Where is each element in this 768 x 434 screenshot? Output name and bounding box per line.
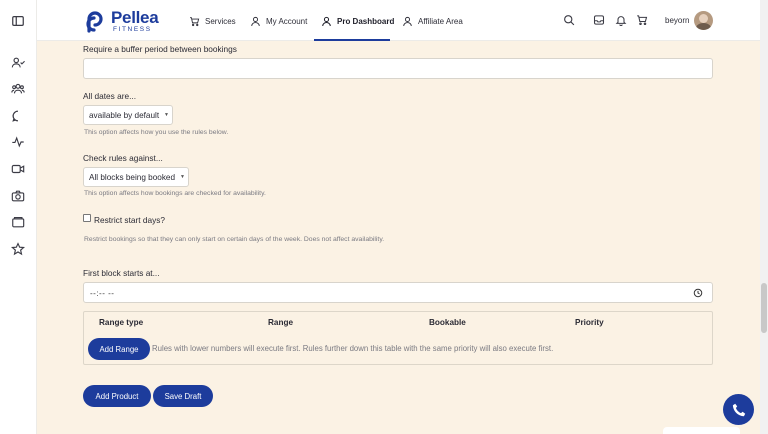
video-icon[interactable] — [11, 162, 25, 176]
header-range: Range — [268, 318, 294, 327]
check-rules-help: This option affects how bookings are che… — [84, 190, 266, 197]
add-product-button[interactable]: Add Product — [83, 385, 151, 407]
search-icon[interactable] — [563, 14, 575, 26]
header-bookable: Bookable — [429, 318, 466, 327]
all-dates-value: available by default — [89, 110, 160, 120]
clock-icon[interactable] — [693, 288, 703, 298]
scrollbar-thumb[interactable] — [761, 283, 767, 333]
first-block-time-input[interactable] — [83, 282, 713, 303]
nav-my-account[interactable]: My Account — [250, 14, 307, 28]
brand-mark-icon — [86, 11, 103, 33]
activity-icon[interactable] — [11, 135, 25, 149]
call-button[interactable] — [723, 394, 754, 425]
page-scrollbar[interactable] — [760, 0, 768, 434]
chat-icon[interactable] — [11, 109, 25, 123]
range-table-note: Rules with lower numbers will execute fi… — [152, 344, 554, 353]
active-tab-indicator — [314, 39, 390, 41]
nav-pro-dashboard-label: Pro Dashboard — [337, 16, 395, 26]
nav-pro-dashboard[interactable]: Pro Dashboard — [321, 14, 394, 28]
all-dates-help: This option affects how you use the rule… — [84, 129, 229, 136]
camera-icon[interactable] — [11, 189, 25, 203]
add-range-button[interactable]: Add Range — [88, 338, 150, 360]
star-icon[interactable] — [11, 242, 25, 256]
brand-sub: FITNESS — [113, 26, 152, 33]
nav-affiliate-area[interactable]: Affiliate Area — [402, 14, 463, 28]
top-navbar: Pellea FITNESS Services My Account Pro D… — [37, 0, 760, 41]
cart-icon — [190, 16, 200, 26]
avatar[interactable] — [694, 11, 713, 30]
inbox-icon[interactable] — [593, 14, 605, 26]
nav-services-label: Services — [205, 16, 236, 26]
all-dates-label: All dates are... — [83, 91, 137, 101]
all-dates-select[interactable]: available by default ▼ — [83, 105, 173, 125]
sidebar-toggle-icon[interactable] — [11, 14, 25, 28]
group-icon[interactable] — [11, 82, 25, 96]
bell-icon[interactable] — [615, 14, 627, 26]
users-icon[interactable] — [11, 56, 25, 70]
user-icon — [403, 16, 412, 26]
username[interactable]: beyorn — [665, 16, 689, 25]
user-icon — [251, 16, 260, 26]
first-block-time-value: --:-- -- — [90, 289, 115, 298]
nav-services[interactable]: Services — [189, 14, 236, 28]
header-priority: Priority — [575, 318, 604, 327]
brand-logo[interactable]: Pellea FITNESS — [83, 8, 173, 34]
nav-my-account-label: My Account — [266, 16, 308, 26]
phone-icon — [732, 403, 745, 416]
chevron-down-icon: ▼ — [164, 112, 169, 118]
buffer-period-input[interactable] — [83, 58, 713, 79]
restrict-start-days-label[interactable]: Restrict start days? — [94, 215, 165, 225]
check-rules-label: Check rules against... — [83, 153, 163, 163]
cart-icon[interactable] — [636, 14, 648, 26]
folders-icon[interactable] — [11, 215, 25, 229]
buffer-period-label: Require a buffer period between bookings — [83, 44, 237, 54]
first-block-label: First block starts at... — [83, 268, 160, 278]
check-rules-select[interactable]: All blocks being booked ▼ — [83, 167, 189, 187]
brand-name: Pellea — [111, 8, 159, 27]
left-rail — [0, 0, 37, 434]
chat-widget-tab[interactable] — [663, 427, 740, 434]
nav-affiliate-area-label: Affiliate Area — [418, 16, 463, 26]
restrict-start-days-checkbox[interactable] — [83, 214, 91, 222]
check-rules-value: All blocks being booked — [89, 172, 176, 182]
header-range-type: Range type — [99, 318, 144, 327]
range-table — [83, 311, 713, 365]
chevron-down-icon: ▼ — [180, 174, 185, 180]
restrict-start-days-help: Restrict bookings so that they can only … — [84, 236, 385, 243]
save-draft-button[interactable]: Save Draft — [153, 385, 213, 407]
user-icon — [322, 16, 331, 26]
